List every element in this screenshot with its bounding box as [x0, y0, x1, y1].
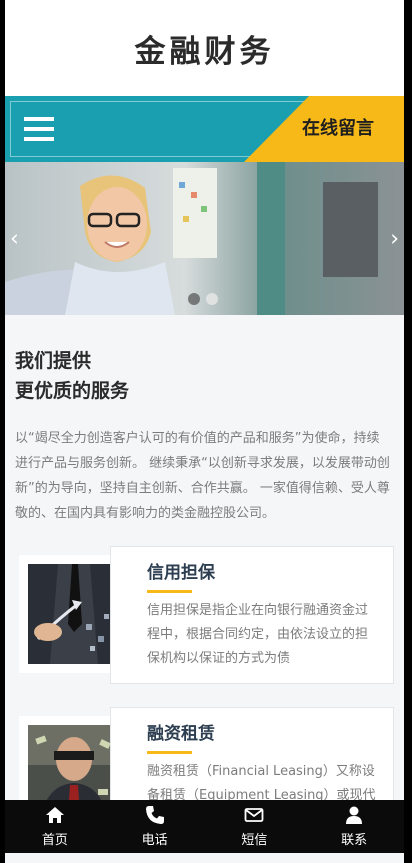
envelope-icon: [244, 808, 264, 822]
nav-bar: 在线留言: [5, 96, 404, 162]
bottom-tab-bar: 首页 电话 短信 联系: [5, 800, 404, 853]
tab-label-home: 首页: [41, 833, 68, 848]
user-icon: [346, 806, 363, 824]
intro-title-line2: 更优质的服务: [15, 380, 130, 402]
service-list: 信用担保 信用担保是指企业在向银行融通资金过程中，根据合同约定，由依法设立的担保…: [5, 526, 404, 845]
title-underline: [147, 751, 192, 754]
phone-icon: [145, 806, 164, 824]
slider-dots: [188, 293, 218, 305]
intro-title: 我们提供 更优质的服务: [15, 346, 394, 406]
service-title[interactable]: 融资租赁: [147, 722, 379, 746]
tab-sms[interactable]: 短信: [205, 800, 305, 853]
online-message-link[interactable]: 在线留言: [302, 96, 374, 162]
service-card-credit-guarantee[interactable]: 信用担保 信用担保是指企业在向银行融通资金过程中，根据合同约定，由依法设立的担保…: [19, 546, 394, 684]
service-title[interactable]: 信用担保: [147, 561, 379, 585]
intro-section: 我们提供 更优质的服务 以“竭尽全力创造客户认可的有价值的产品和服务”为使命，持…: [5, 315, 404, 526]
slider-dot-2[interactable]: [206, 293, 218, 305]
intro-title-line1: 我们提供: [15, 350, 92, 372]
tab-phone[interactable]: 电话: [105, 800, 205, 853]
service-card-body: 信用担保 信用担保是指企业在向银行融通资金过程中，根据合同约定，由依法设立的担保…: [110, 546, 394, 684]
slider-dot-1[interactable]: [188, 293, 200, 305]
tab-home[interactable]: 首页: [5, 800, 105, 853]
intro-text: 以“竭尽全力创造客户认可的有价值的产品和服务”为使命，持续进行产品与服务创新。 …: [15, 431, 390, 521]
service-description: 信用担保是指企业在向银行融通资金过程中，根据合同约定，由依法设立的担保机构以保证…: [147, 603, 369, 666]
title-underline: [147, 590, 192, 593]
tab-label-phone: 电话: [141, 833, 168, 848]
tab-contact[interactable]: 联系: [304, 800, 404, 853]
chevron-left-icon[interactable]: ‹: [10, 226, 19, 251]
businessman-image: [28, 564, 120, 664]
page: 金融财务 在线留言 ‹ › 我们提供 更优质的服务 以“竭尽全力创造客户认可的有…: [5, 0, 404, 863]
site-logo[interactable]: 金融财务: [135, 26, 275, 71]
tab-label-contact: 联系: [341, 833, 368, 848]
chevron-right-icon[interactable]: ›: [390, 226, 399, 251]
site-header: 金融财务: [5, 0, 404, 96]
hero-slider[interactable]: ‹ ›: [5, 162, 404, 315]
tab-label-sms: 短信: [241, 833, 268, 848]
home-icon: [45, 807, 64, 823]
hamburger-menu-icon[interactable]: [24, 117, 54, 141]
